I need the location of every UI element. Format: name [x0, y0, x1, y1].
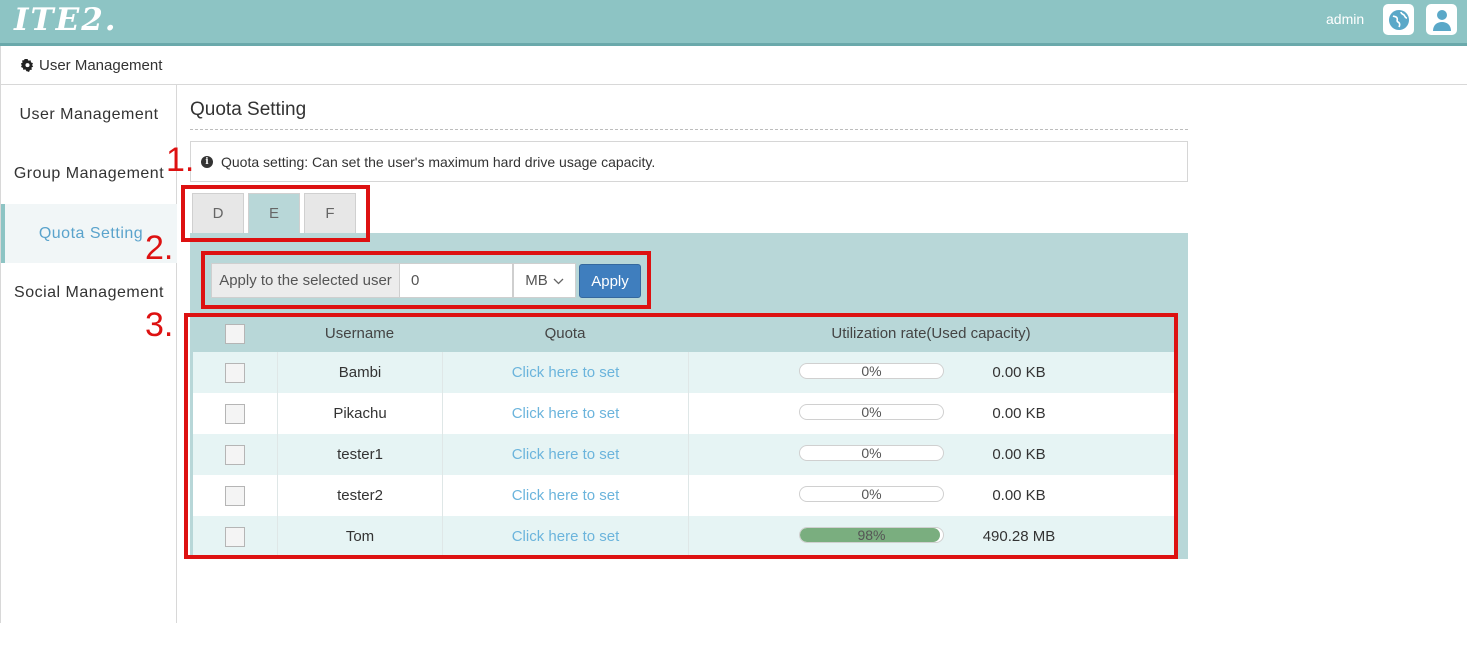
- info-icon: i: [201, 155, 213, 168]
- info-banner: i Quota setting: Can set the user's maxi…: [190, 141, 1188, 182]
- annotation-box-3: [184, 313, 1178, 559]
- username-label[interactable]: admin: [1326, 11, 1364, 27]
- annotation-box-2: [201, 251, 651, 309]
- annotation-number-1: 1.: [166, 141, 195, 179]
- annotation-box-1: [181, 185, 370, 242]
- info-text: Quota setting: Can set the user's maximu…: [221, 153, 656, 170]
- annotation-number-3: 3.: [145, 306, 174, 344]
- app-logo: ITE2.: [14, 2, 118, 38]
- breadcrumb: User Management: [0, 46, 1467, 85]
- sidebar-item-group-management[interactable]: Group Management: [1, 144, 177, 203]
- globe-icon[interactable]: [1383, 4, 1414, 35]
- gear-icon: [21, 58, 34, 72]
- breadcrumb-label: User Management: [39, 56, 163, 74]
- sidebar: User Management Group Management Quota S…: [0, 85, 177, 623]
- title-divider: [190, 129, 1188, 130]
- annotation-number-2: 2.: [145, 229, 174, 267]
- page-title: Quota Setting: [190, 99, 307, 120]
- top-bar: ITE2. admin: [0, 0, 1467, 46]
- sidebar-item-user-management[interactable]: User Management: [1, 85, 177, 144]
- person-icon[interactable]: [1426, 4, 1457, 35]
